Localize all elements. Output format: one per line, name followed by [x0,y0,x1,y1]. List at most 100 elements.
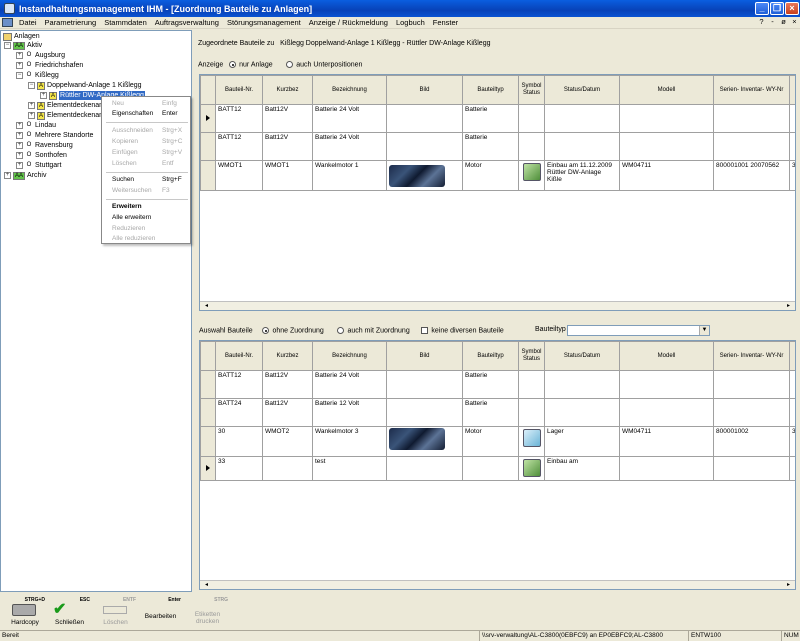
col-bauteil-nr[interactable]: Bauteil-Nr. [215,341,263,371]
scroll-left-icon[interactable]: ◂ [202,302,211,310]
ctx-alle-erweitern[interactable]: Alle erweitern [102,213,192,223]
expand-icon[interactable]: + [28,112,35,119]
row-selector[interactable] [200,160,216,191]
tree-node-doppelwand[interactable]: − A Doppelwand-Anlage 1 Kißlegg [28,81,142,90]
col-symbol-status[interactable]: Symbol Status [518,75,545,105]
scroll-right-icon[interactable]: ▸ [784,581,793,589]
expand-icon[interactable]: + [16,162,23,169]
tree-node-stuttgart[interactable]: + O Stuttgart [16,161,61,170]
collapse-icon[interactable]: − [28,82,35,89]
ctx-neu[interactable]: Neu Einfg [102,99,192,109]
mdi-restore-button[interactable]: ø [778,17,789,26]
menu-parametrierung[interactable]: Parametrierung [41,18,101,27]
col-status-datum[interactable]: Status/Datum [544,75,620,105]
assigned-parts-grid[interactable]: Bauteil-Nr. Kurzbez Bezeichnung Bild Bau… [199,74,796,311]
ctx-erweitern[interactable]: Erweitern [102,202,192,212]
expand-icon[interactable]: + [16,142,23,149]
row-selector[interactable] [200,426,216,457]
expand-icon[interactable]: + [40,92,47,99]
hardcopy-button[interactable]: STRG+D Hardcopy [3,597,47,629]
row-selector[interactable] [200,104,216,133]
collapse-icon[interactable]: − [4,42,11,49]
table-row[interactable]: 33 test Einbau am [200,456,795,481]
col-bauteiltyp[interactable]: Bauteiltyp [462,75,519,105]
tree-node-mehrere-standorte[interactable]: + O Mehrere Standorte [16,131,93,140]
etiketten-drucken-button[interactable]: STRG Etiketten drucken [185,597,230,629]
tree-node-friedrichshafen[interactable]: + O Friedrichshafen [16,61,83,70]
col-g[interactable]: G [789,341,795,371]
col-serien-nr[interactable]: Serien- Inventar- WY-Nr [713,75,790,105]
horizontal-scrollbar[interactable]: ◂ ▸ [200,580,795,589]
ctx-einfuegen[interactable]: Einfügen Strg+V [102,148,192,158]
radio-nur-anlage[interactable] [229,61,237,68]
schliessen-button[interactable]: ESC ✔ Schließen [47,597,92,629]
col-bezeichnung[interactable]: Bezeichnung [312,75,387,105]
col-kurzbez[interactable]: Kurzbez [262,341,313,371]
col-serien-nr[interactable]: Serien- Inventar- WY-Nr [713,341,790,371]
tree-node-sonthofen[interactable]: + O Sonthofen [16,151,67,160]
table-row[interactable]: BATT12 Batt12V Batterie 24 Volt Batterie [200,132,795,161]
menu-stammdaten[interactable]: Stammdaten [100,18,151,27]
tree-node-augsburg[interactable]: + O Augsburg [16,51,65,60]
row-selector[interactable] [200,456,216,481]
table-row[interactable]: BATT12 Batt12V Batterie 24 Volt Batterie [200,104,795,133]
menu-datei[interactable]: Datei [15,18,41,27]
chevron-down-icon[interactable]: ▼ [699,326,709,335]
col-g[interactable]: G [789,75,795,105]
ctx-reduzieren[interactable]: Reduzieren [102,224,192,234]
table-row[interactable]: 30 WMOT2 Wankelmotor 3 Motor Lager WM047… [200,426,795,457]
col-modell[interactable]: Modell [619,341,714,371]
checkbox-keine-diversen[interactable] [421,327,429,334]
minimize-button[interactable]: _ [755,2,769,15]
restore-button[interactable]: ❐ [770,2,784,15]
expand-icon[interactable]: + [28,102,35,109]
expand-icon[interactable]: + [16,52,23,59]
table-row[interactable]: WMOT1 WMOT1 Wankelmotor 1 Motor Einbau a… [200,160,795,191]
tree-node-aktiv[interactable]: − AA Aktiv [4,41,42,50]
ctx-weitersuchen[interactable]: Weitersuchen F3 [102,186,192,196]
table-row[interactable]: BATT12 Batt12V Batterie 24 Volt Batterie [200,370,795,399]
menu-stoerungsmanagement[interactable]: Störungsmanagement [223,18,305,27]
tree-node-ravensburg[interactable]: + O Ravensburg [16,141,73,150]
row-selector[interactable] [200,132,216,161]
col-bauteiltyp[interactable]: Bauteiltyp [462,341,519,371]
ctx-ausschneiden[interactable]: Ausschneiden Strg+X [102,126,192,136]
radio-ohne-zuordnung[interactable] [262,327,270,334]
menu-anzeige-rueckmeldung[interactable]: Anzeige / Rückmeldung [305,18,392,27]
menu-auftragsverwaltung[interactable]: Auftragsverwaltung [151,18,223,27]
col-modell[interactable]: Modell [619,75,714,105]
expand-icon[interactable]: + [4,172,11,179]
radio-auch-mit-zuordnung[interactable] [337,327,345,334]
scroll-right-icon[interactable]: ▸ [784,302,793,310]
col-bild[interactable]: Bild [386,341,463,371]
table-row[interactable]: BATT24 Batt12V Batterie 12 Volt Batterie [200,398,795,427]
mdi-minimize-button[interactable]: - [767,17,778,26]
ctx-eigenschaften[interactable]: Eigenschaften Enter [102,109,192,119]
ctx-loeschen[interactable]: Löschen Entf [102,159,192,169]
ctx-suchen[interactable]: Suchen Strg+F [102,175,192,185]
menu-help[interactable]: ? [756,17,767,26]
mdi-close-button[interactable]: × [789,17,800,26]
expand-icon[interactable]: + [16,62,23,69]
col-symbol-status[interactable]: Symbol Status [518,341,545,371]
row-selector[interactable] [200,398,216,427]
tree-root[interactable]: Anlagen [3,32,40,41]
menu-logbuch[interactable]: Logbuch [392,18,429,27]
menu-fenster[interactable]: Fenster [429,18,462,27]
col-bezeichnung[interactable]: Bezeichnung [312,341,387,371]
bauteiltyp-dropdown[interactable]: ▼ [567,325,710,336]
tree-node-archiv[interactable]: + AA Archiv [4,171,46,180]
available-parts-grid[interactable]: Bauteil-Nr. Kurzbez Bezeichnung Bild Bau… [199,340,796,590]
collapse-icon[interactable]: − [16,72,23,79]
col-status-datum[interactable]: Status/Datum [544,341,620,371]
bearbeiten-button[interactable]: Enter Bearbeiten [138,597,183,629]
ctx-alle-reduzieren[interactable]: Alle reduzieren [102,234,192,244]
expand-icon[interactable]: + [16,152,23,159]
ctx-kopieren[interactable]: Kopieren Strg+C [102,137,192,147]
expand-icon[interactable]: + [16,132,23,139]
expand-icon[interactable]: + [16,122,23,129]
col-bild[interactable]: Bild [386,75,463,105]
loeschen-button[interactable]: ENTF Löschen [93,597,138,629]
horizontal-scrollbar[interactable]: ◂ ▸ [200,301,795,310]
tree-node-lindau[interactable]: + O Lindau [16,121,56,130]
